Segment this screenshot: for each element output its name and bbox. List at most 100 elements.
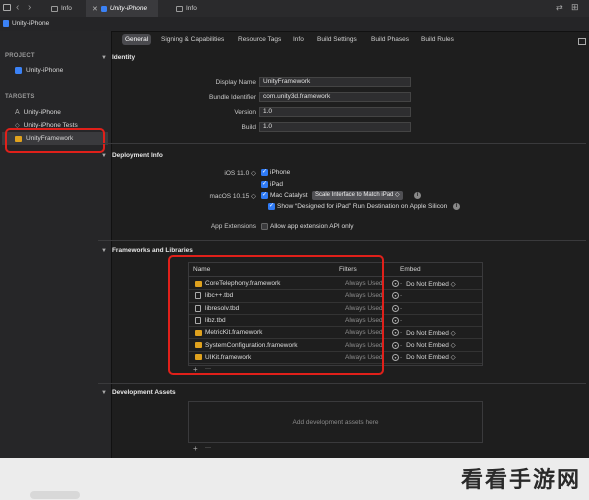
chevron-down-icon: ▼: [101, 54, 107, 61]
deployment-section-header[interactable]: ▼ Deployment Info: [101, 152, 163, 159]
tab-general[interactable]: General: [122, 34, 152, 45]
sidebar-item-label: Unity-iPhone: [26, 67, 64, 74]
filter-toggle-icon[interactable]: ▾: [392, 292, 399, 300]
filter-toggle-icon[interactable]: ▾: [392, 341, 399, 349]
back-icon[interactable]: ‹: [16, 2, 19, 13]
section-title: Frameworks and Libraries: [111, 247, 193, 254]
divider: [98, 240, 586, 241]
dash: -: [400, 280, 403, 288]
chevron-down-icon: ▼: [101, 247, 107, 254]
section-title: Identity: [111, 54, 136, 61]
filter-toggle-icon[interactable]: ▾: [392, 304, 399, 312]
display-name-field[interactable]: UnityFramework: [259, 77, 411, 87]
identity-section-header[interactable]: ▼ Identity: [101, 54, 135, 61]
tab-info-1[interactable]: Info: [45, 0, 85, 17]
remove-dev-asset-button[interactable]: —: [205, 445, 211, 451]
project-section-title: PROJECT: [5, 53, 35, 59]
ipad-checkbox[interactable]: ✓: [261, 181, 268, 188]
ios-version-select[interactable]: iOS 11.0 ◇: [200, 169, 256, 177]
dash: -: [400, 353, 403, 361]
add-dev-asset-button[interactable]: +: [193, 444, 198, 453]
app-icon: [100, 5, 107, 12]
tab-label: Unity-iPhone: [109, 5, 148, 12]
bundle-identifier-field[interactable]: com.unity3d.framework: [259, 92, 411, 102]
show-designed-label: Show “Designed for iPad” Run Destination…: [277, 203, 448, 210]
filter-toggle-icon[interactable]: ▾: [392, 280, 399, 288]
highlight-box-frameworks: [168, 255, 384, 375]
tab-info[interactable]: Info: [290, 34, 307, 45]
tab-unity-iphone[interactable]: ✕ Unity-iPhone: [86, 0, 158, 17]
filter-toggle-icon[interactable]: ▾: [392, 317, 399, 325]
info-icon[interactable]: i: [453, 203, 460, 210]
allow-app-extension-checkbox[interactable]: [261, 223, 268, 230]
app-extensions-label: App Extensions: [210, 223, 256, 230]
tab-label: Info: [186, 5, 197, 12]
divider: [98, 383, 586, 384]
tab-bar: ‹ › Info ✕ Unity-iPhone Info ⇄ ⊞: [0, 0, 589, 18]
version-field[interactable]: 1.0: [259, 107, 411, 117]
embed-select[interactable]: Do Not Embed ◇: [406, 280, 455, 288]
filter-field[interactable]: [30, 491, 80, 499]
version-label: Version: [234, 109, 256, 116]
tab-build-settings[interactable]: Build Settings: [314, 34, 360, 45]
project-bar: Unity-iPhone: [0, 17, 589, 45]
build-label: Build: [241, 124, 256, 131]
add-editor-icon[interactable]: ⊞: [571, 2, 579, 13]
embed-select[interactable]: Do Not Embed ◇: [406, 329, 455, 337]
tab-label: Info: [61, 5, 72, 12]
bundle-identifier-label: Bundle Identifier: [209, 94, 256, 101]
frameworks-section-header[interactable]: ▼ Frameworks and Libraries: [101, 247, 193, 254]
file-icon: [51, 5, 58, 12]
iphone-label: iPhone: [270, 169, 291, 176]
dash: -: [400, 329, 403, 337]
chevron-down-icon: ▼: [101, 389, 107, 396]
file-icon: [176, 5, 183, 12]
divider: [98, 143, 586, 144]
info-icon[interactable]: i: [414, 192, 421, 199]
show-designed-checkbox[interactable]: ✓: [268, 203, 275, 210]
close-icon[interactable]: ✕: [92, 5, 98, 13]
dev-assets-section-header[interactable]: ▼ Development Assets: [101, 389, 176, 396]
project-title[interactable]: Unity-iPhone: [12, 20, 49, 27]
mac-catalyst-label: Mac Catalyst: [270, 192, 308, 199]
section-title: Development Assets: [111, 389, 176, 396]
filter-toggle-icon[interactable]: ▾: [392, 329, 399, 337]
targets-section-title: TARGETS: [5, 94, 35, 100]
embed-select[interactable]: Do Not Embed ◇: [406, 341, 455, 349]
ipad-label: iPad: [270, 181, 284, 188]
dash: -: [400, 317, 403, 325]
scale-interface-select[interactable]: Scale Interface to Match iPad ◇: [312, 191, 403, 200]
dev-assets-placeholder: Add development assets here: [292, 419, 379, 426]
dash: -: [400, 341, 403, 349]
highlight-box-target: [5, 128, 105, 153]
embed-select[interactable]: Do Not Embed ◇: [406, 353, 455, 361]
dash: -: [400, 292, 403, 300]
sidebar-item-label: Unity-iPhone: [23, 109, 61, 116]
project-file-icon: [3, 20, 9, 27]
sidebar-item-unity-iphone[interactable]: A Unity-iPhone: [15, 109, 61, 116]
sidebar-item-project[interactable]: Unity-iPhone: [15, 67, 63, 74]
filter-toggle-icon[interactable]: ▾: [392, 353, 399, 361]
build-field[interactable]: 1.0: [259, 122, 411, 132]
tab-resource-tags[interactable]: Resource Tags: [235, 34, 284, 45]
tab-info-2[interactable]: Info: [170, 0, 210, 17]
tab-signing[interactable]: Signing & Capabilities: [158, 34, 227, 45]
mac-catalyst-checkbox[interactable]: ✓: [261, 192, 268, 199]
chevron-down-icon: ▼: [101, 152, 107, 159]
section-title: Deployment Info: [111, 152, 163, 159]
forward-icon[interactable]: ›: [28, 2, 31, 13]
dash: -: [400, 304, 403, 312]
tab-build-rules[interactable]: Build Rules: [418, 34, 457, 45]
tab-build-phases[interactable]: Build Phases: [368, 34, 412, 45]
sidebar-toggle-icon[interactable]: [3, 4, 11, 11]
iphone-checkbox[interactable]: ✓: [261, 169, 268, 176]
watermark-text: 看看手游网: [460, 467, 581, 492]
target-sidebar: PROJECT Unity-iPhone TARGETS A Unity-iPh…: [0, 31, 112, 500]
split-editor-icon[interactable]: ⇄: [556, 3, 563, 12]
right-panel-icon[interactable]: [578, 38, 586, 45]
app-target-icon: A: [15, 109, 20, 116]
project-icon: [15, 67, 22, 74]
macos-version-select[interactable]: macOS 10.15 ◇: [200, 192, 256, 200]
col-embed-header[interactable]: Embed: [400, 266, 421, 273]
display-name-label: Display Name: [215, 79, 256, 86]
